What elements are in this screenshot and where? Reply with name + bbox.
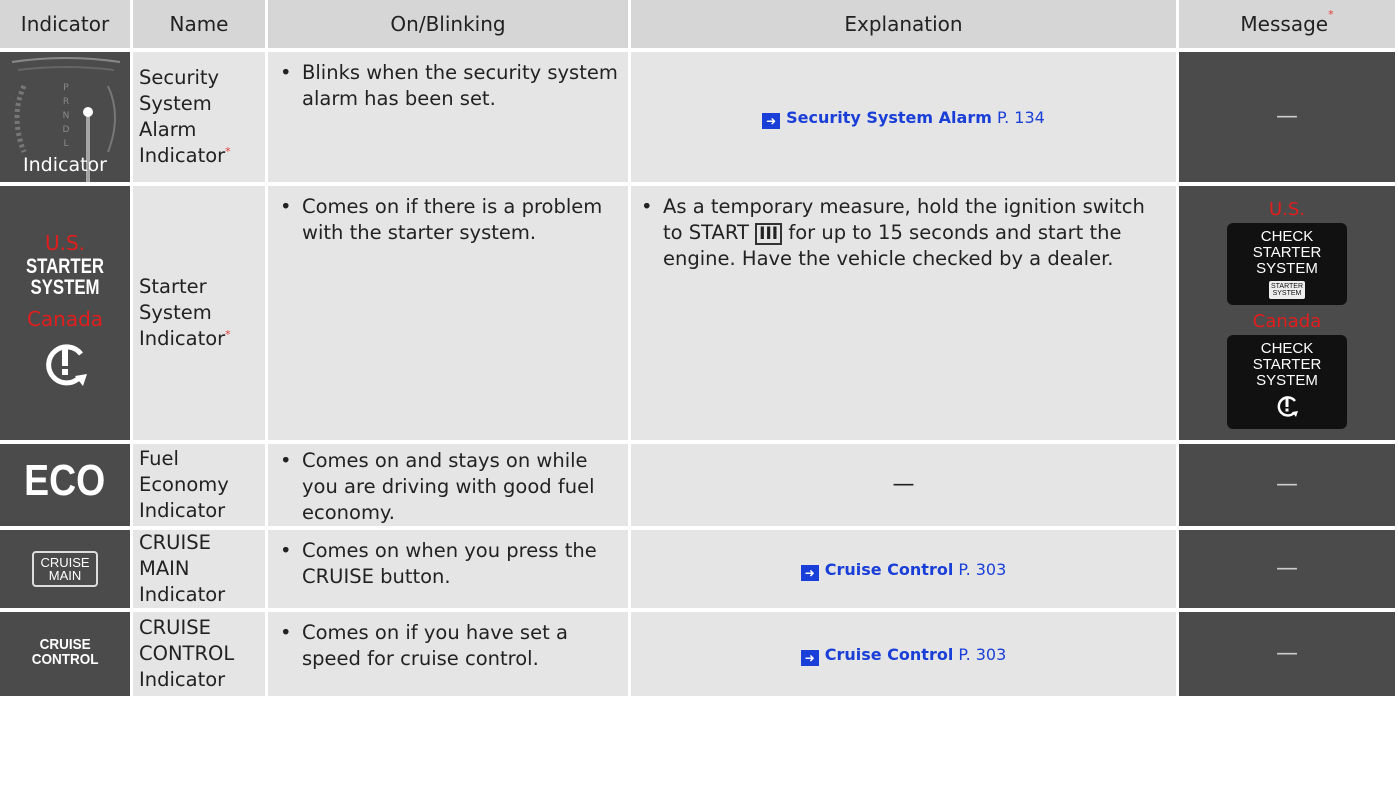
cruise-control-link[interactable]: ➜ Cruise Control P. 303 bbox=[800, 560, 1006, 581]
explanation-cell: ➜ Cruise Control P. 303 bbox=[631, 526, 1179, 608]
region-us-label: U.S. bbox=[44, 230, 86, 255]
security-system-alarm-link[interactable]: ➜ Security System Alarm P. 134 bbox=[762, 108, 1045, 129]
security-alarm-indicator-icon: P R N D L Indicator bbox=[0, 48, 133, 182]
gear-n: N bbox=[63, 111, 70, 121]
optional-mark: * bbox=[225, 145, 231, 158]
check-starter-message-us: CHECK STARTER SYSTEM STARTER SYSTEM bbox=[1227, 223, 1347, 305]
arrow-right-icon: ➜ bbox=[800, 564, 819, 581]
header-row: Indicator Name On/Blinking Explanation M… bbox=[0, 0, 1395, 48]
msg-region-us-label: U.S. bbox=[1268, 199, 1306, 220]
table-row: CRUISE CONTROL CRUISE CONTROL Indicator •… bbox=[0, 608, 1395, 696]
optional-mark: * bbox=[225, 328, 231, 341]
on-blinking-cell: • Comes on when you press the CRUISE butt… bbox=[268, 526, 631, 608]
arrow-right-icon: ➜ bbox=[762, 112, 781, 129]
header-name: Name bbox=[133, 0, 268, 48]
table-row: U.S. STARTER SYSTEM Canada Starter System… bbox=[0, 182, 1395, 440]
table-row: CRUISE MAIN CRUISE MAIN Indicator • Comes … bbox=[0, 526, 1395, 608]
gear-r: R bbox=[63, 97, 69, 107]
header-on-blinking: On/Blinking bbox=[268, 0, 631, 48]
on-blinking-cell: • Comes on and stays on while you are dri… bbox=[268, 440, 631, 526]
message-cell: — bbox=[1179, 608, 1395, 696]
message-cell: U.S. CHECK STARTER SYSTEM STARTER SYSTEM … bbox=[1179, 182, 1395, 440]
cruise-main-indicator-icon: CRUISE MAIN bbox=[0, 526, 133, 608]
on-blinking-cell: • Blinks when the security system alarm h… bbox=[268, 48, 631, 182]
on-blinking-cell: • Comes on if there is a problem with the… bbox=[268, 182, 631, 440]
bullet: • bbox=[280, 449, 292, 472]
msg-region-canada-label: Canada bbox=[1252, 311, 1322, 332]
explanation-cell: ➜ Security System Alarm P. 134 bbox=[631, 48, 1179, 182]
gear-l: L bbox=[63, 139, 68, 149]
name-cell: Security System Alarm Indicator* bbox=[133, 48, 268, 182]
gear-p: P bbox=[63, 83, 69, 93]
starter-system-indicator-icon: U.S. STARTER SYSTEM Canada bbox=[0, 182, 133, 440]
bullet: • bbox=[280, 61, 292, 84]
message-cell: — bbox=[1179, 440, 1395, 526]
name-cell: CRUISE CONTROL Indicator bbox=[133, 608, 268, 696]
header-explanation: Explanation bbox=[631, 0, 1179, 48]
bullet: • bbox=[280, 621, 292, 644]
starter-warning-icon bbox=[46, 343, 87, 386]
message-cell: — bbox=[1179, 526, 1395, 608]
check-starter-message-canada: CHECK STARTER SYSTEM bbox=[1227, 335, 1347, 429]
starter-system-badge-icon: STARTER SYSTEM bbox=[1268, 281, 1306, 299]
explanation-cell: — bbox=[631, 440, 1179, 526]
ignition-position-iii: III bbox=[755, 223, 783, 245]
on-blinking-cell: • Comes on if you have set a speed for cr… bbox=[268, 608, 631, 696]
explanation-cell: • As a temporary measure, hold the igniti… bbox=[631, 182, 1179, 440]
indicator-table: Indicator Name On/Blinking Explanation M… bbox=[0, 0, 1395, 696]
cruise-control-indicator-icon: CRUISE CONTROL bbox=[0, 608, 133, 696]
bullet: • bbox=[641, 195, 653, 218]
table-row: P R N D L Indicator Security System Alar… bbox=[0, 48, 1395, 182]
starter-warning-icon bbox=[1277, 396, 1298, 417]
message-cell: — bbox=[1179, 48, 1395, 182]
optional-mark: * bbox=[1328, 8, 1334, 21]
arrow-right-icon: ➜ bbox=[800, 649, 819, 666]
starter-system-text: STARTER SYSTEM bbox=[25, 254, 105, 299]
eco-icon: ECO bbox=[24, 456, 106, 505]
fuel-economy-indicator-icon: ECO bbox=[0, 440, 133, 526]
table-row: ECO Fuel Economy Indicator • Comes on and… bbox=[0, 440, 1395, 526]
name-cell: Starter System Indicator* bbox=[133, 182, 268, 440]
header-message: Message* bbox=[1179, 0, 1395, 48]
region-canada-label: Canada bbox=[26, 306, 104, 331]
gear-d: D bbox=[63, 125, 70, 135]
header-indicator: Indicator bbox=[0, 0, 133, 48]
cruise-control-icon: CRUISE CONTROL bbox=[31, 636, 99, 668]
bullet: • bbox=[280, 195, 292, 218]
cruise-control-link[interactable]: ➜ Cruise Control P. 303 bbox=[800, 645, 1006, 666]
name-cell: Fuel Economy Indicator bbox=[133, 440, 268, 526]
explanation-cell: ➜ Cruise Control P. 303 bbox=[631, 608, 1179, 696]
name-cell: CRUISE MAIN Indicator bbox=[133, 526, 268, 608]
cruise-main-icon: CRUISE MAIN bbox=[32, 551, 98, 587]
bullet: • bbox=[280, 539, 292, 562]
indicator-caption: Indicator bbox=[23, 154, 107, 176]
